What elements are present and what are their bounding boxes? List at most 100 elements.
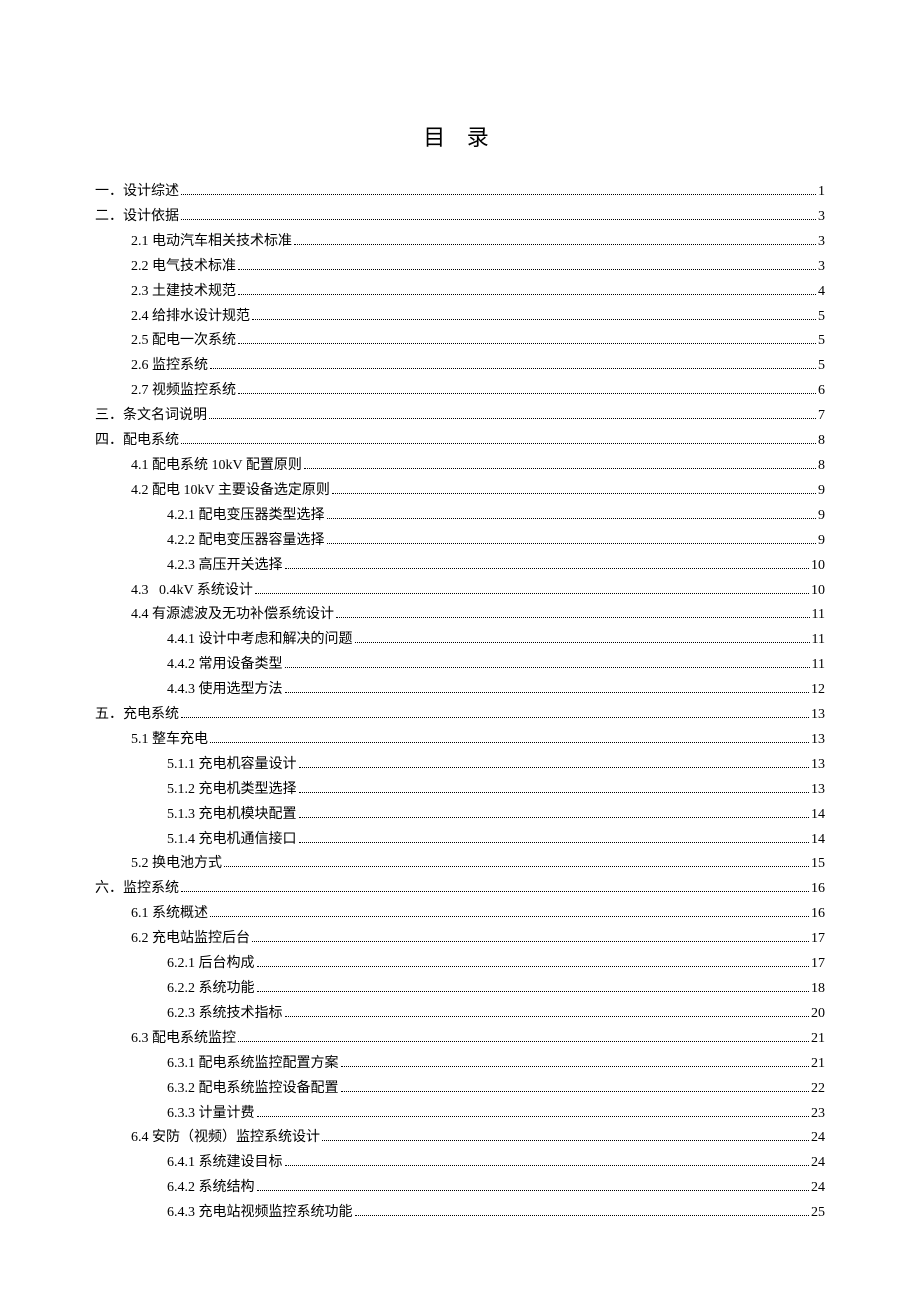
toc-entry: 4.2.1 配电变压器类型选择 9 [167,504,825,529]
toc-leader-dots [294,231,816,245]
toc-entry-label: 2.3 土建技术规范 [131,280,236,305]
toc-entry-label: 5.1.4 充电机通信接口 [167,828,297,853]
toc-leader-dots [257,1103,810,1117]
toc-entry: 4.4.3 使用选型方法12 [167,678,825,703]
toc-entry: 5.1.2 充电机类型选择 13 [167,778,825,803]
toc-entry-label: 6.4.1 系统建设目标 [167,1151,283,1176]
toc-leader-dots [327,530,817,544]
toc-leader-dots [285,1153,810,1167]
toc-leader-dots [304,455,816,469]
toc-entry-label: 4.2.1 配电变压器类型选择 [167,504,325,529]
toc-leader-dots [299,804,810,818]
toc-entry: 6.4 安防（视频）监控系统设计24 [131,1126,825,1151]
toc-entry-page: 11 [812,628,825,653]
toc-entry-label: 6.2.2 系统功能 [167,977,255,1002]
toc-entry: 5.1.3 充电机模块配置 14 [167,803,825,828]
toc-container: 一．设计综述 1二．设计依据32.1 电动汽车相关技术标准32.2 电气技术标准 3… [95,180,825,1226]
toc-entry-label: 4.1 配电系统 10kV 配置原则 [131,454,302,479]
toc-leader-dots [181,206,816,220]
toc-entry: 6.4.3 充电站视频监控系统功能 25 [167,1201,825,1226]
toc-entry-label: 4.2 配电 10kV 主要设备选定原则 [131,479,330,504]
toc-leader-dots [252,306,816,320]
toc-entry-page: 11 [812,653,825,678]
toc-leader-dots [238,1028,809,1042]
toc-entry-label: 5.2 换电池方式 [131,852,222,877]
toc-entry-page: 5 [818,354,825,379]
toc-entry-page: 16 [811,877,825,902]
toc-entry: 六．监控系统16 [95,877,825,902]
toc-entry: 四．配电系统8 [95,429,825,454]
toc-entry: 2.7 视频监控系统 6 [131,379,825,404]
toc-entry-label: 一．设计综述 [95,180,179,205]
toc-entry-page: 13 [811,728,825,753]
toc-leader-dots [299,779,810,793]
toc-entry-page: 17 [811,952,825,977]
toc-entry: 4.2.2 配电变压器容量选择9 [167,529,825,554]
toc-entry-page: 21 [811,1052,825,1077]
toc-entry-page: 13 [811,778,825,803]
toc-leader-dots [238,256,816,270]
toc-entry-label: 2.7 视频监控系统 [131,379,236,404]
toc-entry-label: 5.1.1 充电机容量设计 [167,753,297,778]
toc-entry-page: 6 [818,379,825,404]
toc-leader-dots [341,1053,810,1067]
toc-leader-dots [181,430,816,444]
toc-entry-label: 6.2 充电站监控后台 [131,927,250,952]
toc-entry-page: 8 [818,454,825,479]
toc-entry: 5.2 换电池方式15 [131,852,825,877]
toc-entry: 二．设计依据3 [95,205,825,230]
toc-entry-label: 4.2.3 高压开关选择 [167,554,283,579]
toc-leader-dots [285,555,810,569]
toc-entry-label: 2.2 电气技术标准 [131,255,236,280]
toc-entry: 4.1 配电系统 10kV 配置原则 8 [131,454,825,479]
toc-leader-dots [238,281,816,295]
toc-entry: 4.2 配电 10kV 主要设备选定原则9 [131,479,825,504]
toc-entry-page: 9 [818,529,825,554]
toc-entry-label: 四．配电系统 [95,429,179,454]
toc-leader-dots [255,580,809,594]
toc-entry-page: 25 [811,1201,825,1226]
toc-entry: 2.5 配电一次系统5 [131,329,825,354]
toc-leader-dots [299,829,810,843]
toc-entry: 2.4 给排水设计规范5 [131,305,825,330]
toc-leader-dots [336,605,810,619]
toc-entry-label: 4.3 0.4kV 系统设计 [131,579,253,604]
toc-entry-label: 6.4.3 充电站视频监控系统功能 [167,1201,353,1226]
toc-entry-label: 4.4.2 常用设备类型 [167,653,283,678]
toc-entry-page: 3 [818,205,825,230]
toc-entry-label: 4.4.3 使用选型方法 [167,678,283,703]
toc-entry-page: 16 [811,902,825,927]
toc-entry: 五．充电系统13 [95,703,825,728]
toc-entry: 6.2.2 系统功能18 [167,977,825,1002]
toc-leader-dots [210,729,809,743]
toc-leader-dots [332,480,816,494]
toc-entry-page: 21 [811,1027,825,1052]
toc-entry-page: 22 [811,1077,825,1102]
toc-entry-page: 7 [818,404,825,429]
toc-entry-page: 13 [811,753,825,778]
toc-entry-label: 5.1.3 充电机模块配置 [167,803,297,828]
toc-entry-label: 五．充电系统 [95,703,179,728]
toc-entry: 6.4.1 系统建设目标24 [167,1151,825,1176]
toc-entry-page: 9 [818,504,825,529]
toc-entry-label: 5.1.2 充电机类型选择 [167,778,297,803]
toc-title: 目 录 [95,120,825,152]
toc-entry: 2.6 监控系统5 [131,354,825,379]
toc-entry-page: 14 [811,828,825,853]
toc-entry: 4.4 有源滤波及无功补偿系统设计11 [131,603,825,628]
toc-entry: 6.4.2 系统结构24 [167,1176,825,1201]
toc-leader-dots [257,1178,810,1192]
toc-leader-dots [327,505,817,519]
toc-entry-label: 三．条文名词说明 [95,404,207,429]
toc-leader-dots [181,879,809,893]
toc-entry-page: 14 [811,803,825,828]
toc-entry-page: 3 [818,230,825,255]
toc-entry-label: 6.3.3 计量计费 [167,1102,255,1127]
toc-entry-page: 1 [818,180,825,205]
toc-leader-dots [238,381,816,395]
toc-entry: 2.1 电动汽车相关技术标准3 [131,230,825,255]
toc-entry: 2.3 土建技术规范4 [131,280,825,305]
toc-entry: 6.3.2 配电系统监控设备配置22 [167,1077,825,1102]
toc-leader-dots [238,331,816,345]
toc-entry: 6.2.3 系统技术指标20 [167,1002,825,1027]
